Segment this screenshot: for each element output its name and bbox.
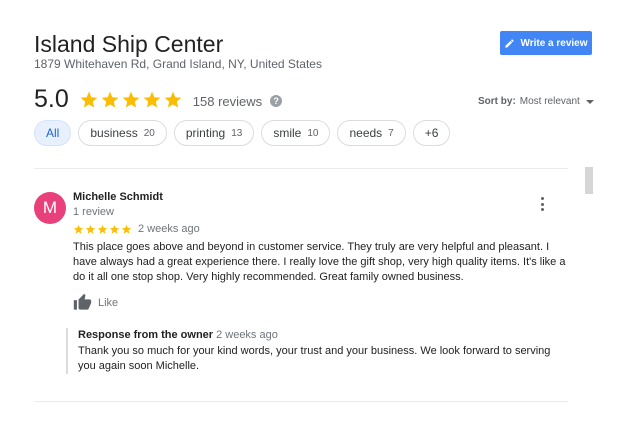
chip-count: 7 xyxy=(388,127,394,139)
chip-label: smile xyxy=(273,126,302,140)
chip-label: business xyxy=(90,126,138,140)
like-button[interactable]: Like xyxy=(73,293,118,312)
star-icon xyxy=(164,91,182,107)
reviewer-name[interactable]: Michelle Schmidt xyxy=(73,191,163,203)
chip-printing[interactable]: printing 13 xyxy=(173,120,255,146)
rating-summary: 5.0 158 reviews ? xyxy=(34,85,283,114)
divider xyxy=(34,168,568,169)
star-icon xyxy=(121,224,132,234)
star-icon xyxy=(122,91,140,107)
reviewer-review-count: 1 review xyxy=(73,206,114,218)
chip-all[interactable]: All xyxy=(34,120,72,146)
review-stars xyxy=(73,224,132,235)
review-count: 158 reviews xyxy=(192,93,263,109)
chip-count: 13 xyxy=(231,127,243,139)
business-address: 1879 Whitehaven Rd, Grand Island, NY, Un… xyxy=(34,57,322,71)
sort-dropdown[interactable]: Sort by: Most relevant xyxy=(478,96,594,107)
chip-count: 20 xyxy=(143,127,155,139)
chip-count: 10 xyxy=(307,127,319,139)
review-rating: 2 weeks ago xyxy=(73,223,200,235)
chip-label: All xyxy=(46,126,60,140)
sort-value: Most relevant xyxy=(519,96,580,107)
more-options-icon[interactable] xyxy=(536,195,548,213)
caret-down-icon xyxy=(585,99,594,104)
owner-response-text: Thank you so much for your kind words, y… xyxy=(78,345,551,372)
topic-chips: All business 20 printing 13 smile 10 nee… xyxy=(34,120,451,146)
thumbs-up-icon xyxy=(73,293,92,310)
help-icon[interactable]: ? xyxy=(270,95,283,107)
owner-response-header: Response from the owner 2 weeks ago xyxy=(78,328,568,343)
pencil-icon xyxy=(505,38,515,48)
chip-needs[interactable]: needs 7 xyxy=(337,120,406,146)
sort-label: Sort by: xyxy=(478,96,516,107)
rating-stars xyxy=(79,90,183,110)
star-icon xyxy=(101,91,119,107)
chip-more[interactable]: +6 xyxy=(412,120,451,146)
star-icon xyxy=(73,224,84,234)
divider xyxy=(34,401,568,402)
write-review-button[interactable]: Write a review xyxy=(500,31,592,55)
owner-response-date: 2 weeks ago xyxy=(216,329,278,341)
star-icon xyxy=(143,91,161,107)
business-name: Island Ship Center xyxy=(34,31,224,57)
owner-response-title: Response from the owner xyxy=(78,329,214,341)
avatar[interactable]: M xyxy=(34,192,66,224)
chip-smile[interactable]: smile 10 xyxy=(261,120,331,146)
chip-business[interactable]: business 20 xyxy=(78,120,167,146)
chip-label: needs xyxy=(349,126,383,140)
scrollbar-thumb[interactable] xyxy=(585,167,593,194)
star-icon xyxy=(80,91,98,107)
review-text: This place goes above and beyond in cust… xyxy=(73,241,566,283)
owner-response: Response from the owner 2 weeks ago Thank… xyxy=(66,328,568,374)
star-icon xyxy=(109,224,120,234)
chip-label: +6 xyxy=(424,126,439,140)
like-label: Like xyxy=(98,296,119,309)
write-review-label: Write a review xyxy=(520,37,588,49)
review-date: 2 weeks ago xyxy=(138,223,200,235)
rating-value: 5.0 xyxy=(34,85,69,113)
star-icon xyxy=(97,224,108,234)
star-icon xyxy=(85,224,96,234)
chip-label: printing xyxy=(185,126,226,140)
